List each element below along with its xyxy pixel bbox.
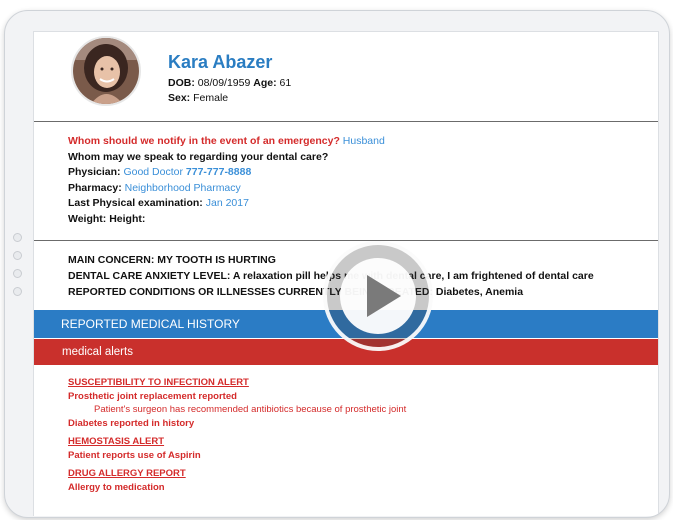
alert-line: Patient reports use of Aspirin — [68, 449, 201, 461]
tablet-dot-3 — [13, 269, 22, 278]
avatar — [71, 36, 141, 106]
patient-header: Kara Abazer DOB: 08/09/1959 Age: 61 Sex:… — [34, 32, 658, 120]
sex-label: Sex: — [168, 92, 191, 104]
play-button[interactable] — [323, 241, 433, 351]
tablet-side-buttons — [13, 233, 23, 305]
patient-sex: Sex: Female — [168, 92, 228, 104]
medical-alerts: SUSCEPTIBILITY TO INFECTION ALERT Prosth… — [68, 376, 406, 494]
infection-alert-title[interactable]: SUSCEPTIBILITY TO INFECTION ALERT — [68, 376, 406, 390]
speak-question: Whom may we speak to regarding your dent… — [68, 150, 329, 163]
alert-note: Patient's surgeon has recommended antibi… — [94, 404, 407, 415]
physician-name[interactable]: Good Doctor — [123, 166, 183, 178]
age-value: 61 — [279, 77, 292, 89]
alert-line: Diabetes reported in history — [68, 417, 195, 429]
alert-line: Allergy to medication — [68, 481, 165, 493]
patient-name: Kara Abazer — [168, 52, 273, 72]
tablet-dot-2 — [13, 251, 22, 260]
divider — [34, 240, 658, 241]
emergency-row: Whom should we notify in the event of an… — [68, 134, 385, 150]
emergency-answer[interactable]: Husband — [343, 135, 385, 147]
last-exam-label: Last Physical examination: — [68, 197, 203, 209]
divider — [34, 121, 658, 122]
patient-dob-age: DOB: 08/09/1959 Age: 61 — [168, 77, 291, 89]
patient-record-screen: Kara Abazer DOB: 08/09/1959 Age: 61 Sex:… — [33, 31, 659, 516]
emergency-question: Whom should we notify in the event of an… — [68, 135, 340, 147]
tablet-frame: Kara Abazer DOB: 08/09/1959 Age: 61 Sex:… — [4, 10, 670, 518]
dob-value: 08/09/1959 — [197, 77, 251, 89]
dob-label: DOB: — [168, 77, 195, 89]
hemostasis-alert-title[interactable]: HEMOSTASIS ALERT — [68, 435, 406, 449]
tablet-dot-4 — [13, 287, 22, 296]
physician-row: Physician: Good Doctor 777-777-8888 — [68, 165, 385, 181]
pharmacy-label: Pharmacy: — [68, 181, 122, 194]
drug-allergy-title[interactable]: DRUG ALLERGY REPORT — [68, 467, 406, 481]
pharmacy-row: Pharmacy: Neighborhood Pharmacy — [68, 181, 385, 197]
age-label: Age: — [253, 77, 277, 89]
last-exam-value[interactable]: Jan 2017 — [206, 197, 249, 209]
pharmacy-value[interactable]: Neighborhood Pharmacy — [125, 182, 241, 194]
weight-height: Weight: Height: — [68, 212, 146, 225]
last-exam-row: Last Physical examination: Jan 2017 — [68, 196, 385, 212]
physician-label: Physician: — [68, 166, 121, 178]
play-icon — [367, 275, 401, 317]
physician-phone[interactable]: 777-777-8888 — [186, 166, 251, 178]
sex-value: Female — [193, 92, 229, 104]
contact-info: Whom should we notify in the event of an… — [68, 134, 385, 227]
tablet-dot-1 — [13, 233, 22, 242]
alert-line: Prosthetic joint replacement reported — [68, 390, 237, 402]
